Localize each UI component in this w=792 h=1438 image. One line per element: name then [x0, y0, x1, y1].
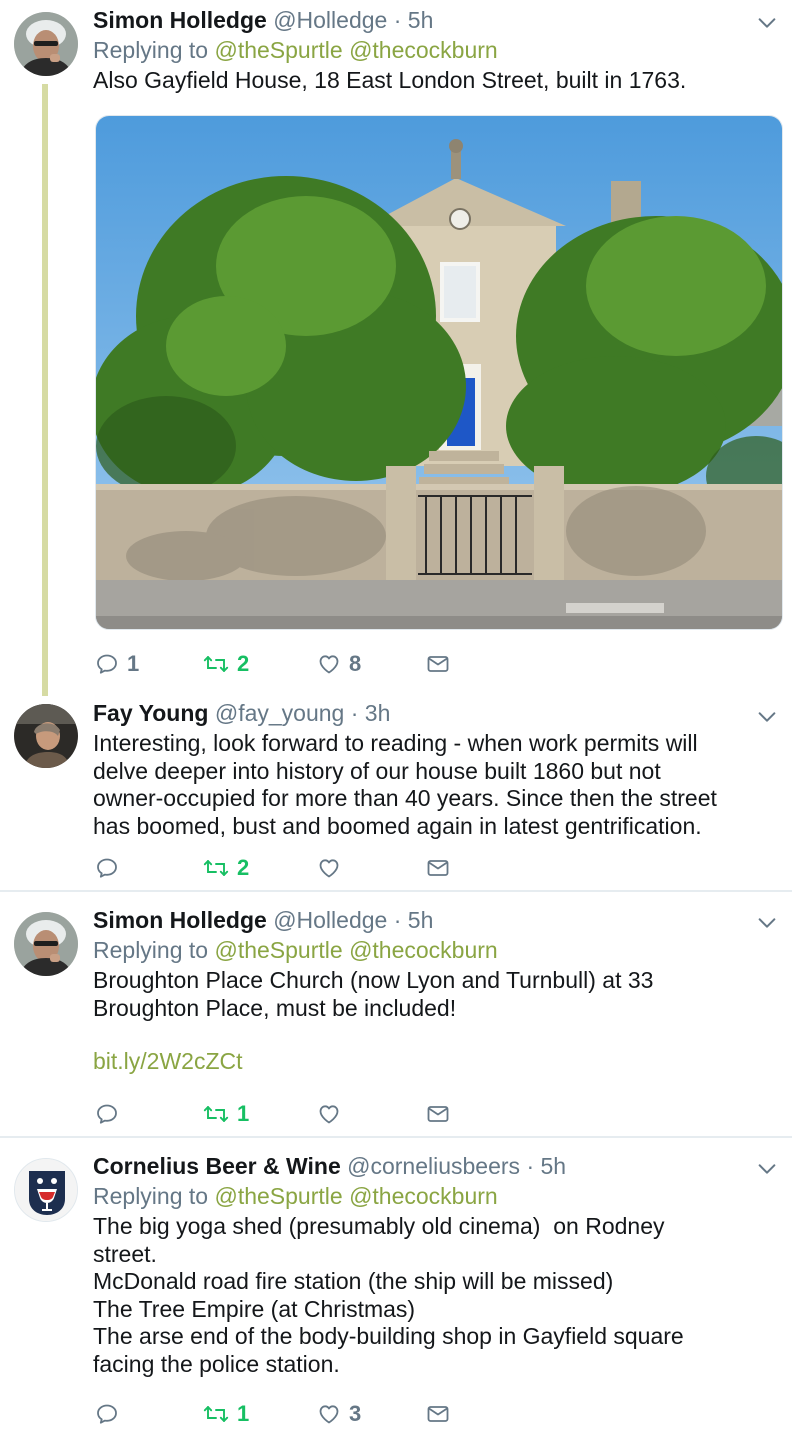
replying-to-label: Replying to — [93, 37, 209, 63]
author-handle[interactable]: @fay_young — [215, 700, 345, 726]
mention-link[interactable]: @theSpurtle — [214, 1183, 342, 1209]
tweet-actions: 1 — [95, 1100, 495, 1128]
tweet-link[interactable]: bit.ly/2W2cZCt — [93, 1046, 772, 1076]
mention-link[interactable]: @thecockburn — [349, 1183, 498, 1209]
reply-count: 1 — [127, 651, 140, 676]
like-icon — [317, 652, 341, 676]
tweet-text: Broughton Place Church (now Lyon and Tur… — [93, 967, 654, 1021]
tweet-photo[interactable] — [95, 115, 783, 630]
chevron-down-icon[interactable] — [756, 1158, 778, 1180]
like-button[interactable] — [317, 1100, 349, 1128]
mention-link[interactable]: @theSpurtle — [214, 37, 342, 63]
dm-button[interactable] — [426, 854, 450, 882]
retweet-icon — [203, 652, 229, 676]
avatar[interactable] — [14, 12, 78, 76]
like-icon — [317, 1102, 341, 1126]
replying-to: Replying to @theSpurtle @thecockburn — [93, 1181, 772, 1211]
reply-icon — [95, 1402, 119, 1426]
replying-to: Replying to @theSpurtle @thecockburn — [93, 35, 772, 65]
replying-to-label: Replying to — [93, 937, 209, 963]
retweet-button[interactable]: 2 — [203, 650, 249, 678]
retweet-icon — [203, 856, 229, 880]
like-count: 8 — [349, 651, 362, 676]
tweet-header: Simon Holledge @Holledge · 5h — [93, 7, 434, 33]
author-handle[interactable]: @Holledge — [273, 907, 387, 933]
like-button[interactable]: 3 — [317, 1400, 361, 1428]
avatar[interactable] — [14, 1158, 78, 1222]
author-name[interactable]: Simon Holledge — [93, 7, 267, 33]
like-button[interactable]: 8 — [317, 650, 361, 678]
replying-to: Replying to @theSpurtle @thecockburn — [93, 935, 772, 965]
author-name[interactable]: Cornelius Beer & Wine — [93, 1153, 341, 1179]
author-name[interactable]: Fay Young — [93, 700, 208, 726]
author-handle[interactable]: @Holledge — [273, 7, 387, 33]
retweet-button[interactable]: 1 — [203, 1400, 249, 1428]
reply-icon — [95, 856, 119, 880]
dm-button[interactable] — [426, 1100, 450, 1128]
timestamp[interactable]: 5h — [408, 907, 434, 933]
house-photo-icon — [96, 116, 782, 629]
chevron-down-icon[interactable] — [756, 912, 778, 934]
reply-icon — [95, 652, 119, 676]
like-icon — [317, 1402, 341, 1426]
tweet-3[interactable]: Simon Holledge @Holledge · 5h Replying t… — [0, 892, 792, 1136]
dm-button[interactable] — [426, 1400, 450, 1428]
avatar-photo-icon — [14, 704, 78, 768]
author-name[interactable]: Simon Holledge — [93, 907, 267, 933]
tweet-actions: 1 2 8 — [95, 650, 495, 678]
author-handle[interactable]: @corneliusbeers — [347, 1153, 520, 1179]
avatar[interactable] — [14, 704, 78, 768]
tweet-text: Interesting, look forward to reading - w… — [93, 730, 717, 839]
tweet-1[interactable]: Simon Holledge @Holledge · 5h Replying t… — [0, 0, 792, 696]
tweet-4[interactable]: Cornelius Beer & Wine @corneliusbeers · … — [0, 1138, 792, 1438]
avatar[interactable] — [14, 912, 78, 976]
retweet-count: 2 — [237, 855, 250, 880]
timestamp[interactable]: 3h — [365, 700, 391, 726]
avatar-photo-icon — [14, 12, 78, 76]
retweet-icon — [203, 1102, 229, 1126]
dm-icon — [426, 856, 450, 880]
mention-link[interactable]: @thecockburn — [349, 37, 498, 63]
tweet-actions: 2 — [95, 854, 495, 882]
tweet-actions: 1 3 — [95, 1400, 495, 1428]
retweet-icon — [203, 1402, 229, 1426]
chevron-down-icon[interactable] — [756, 706, 778, 728]
timestamp[interactable]: 5h — [408, 7, 434, 33]
tweet-header: Simon Holledge @Holledge · 5h — [93, 907, 434, 933]
chevron-down-icon[interactable] — [756, 12, 778, 34]
mention-link[interactable]: @theSpurtle — [214, 937, 342, 963]
reply-button[interactable] — [95, 1100, 127, 1128]
tweet-header: Fay Young @fay_young · 3h — [93, 700, 391, 726]
tweet-header: Cornelius Beer & Wine @corneliusbeers · … — [93, 1153, 567, 1179]
mention-link[interactable]: @thecockburn — [349, 937, 498, 963]
timestamp[interactable]: 5h — [541, 1153, 567, 1179]
reply-button[interactable] — [95, 854, 127, 882]
dm-icon — [426, 1102, 450, 1126]
avatar-photo-icon — [14, 912, 78, 976]
dm-button[interactable] — [426, 650, 450, 678]
reply-icon — [95, 1102, 119, 1126]
retweet-button[interactable]: 1 — [203, 1100, 249, 1128]
reply-button[interactable] — [95, 1400, 127, 1428]
replying-to-label: Replying to — [93, 1183, 209, 1209]
tweet-text: Also Gayfield House, 18 East London Stre… — [93, 67, 687, 93]
reply-button[interactable]: 1 — [95, 650, 139, 678]
dm-icon — [426, 652, 450, 676]
retweet-button[interactable]: 2 — [203, 854, 249, 882]
thread-line — [42, 84, 48, 696]
like-count: 3 — [349, 1401, 362, 1426]
cornelius-logo-icon — [15, 1159, 77, 1221]
like-button[interactable] — [317, 854, 349, 882]
retweet-count: 2 — [237, 651, 250, 676]
retweet-count: 1 — [237, 1101, 250, 1126]
retweet-count: 1 — [237, 1401, 250, 1426]
dm-icon — [426, 1402, 450, 1426]
tweet-2[interactable]: Fay Young @fay_young · 3h Interesting, l… — [0, 696, 792, 890]
like-icon — [317, 856, 341, 880]
tweet-text: The big yoga shed (presumably old cinema… — [93, 1213, 684, 1377]
